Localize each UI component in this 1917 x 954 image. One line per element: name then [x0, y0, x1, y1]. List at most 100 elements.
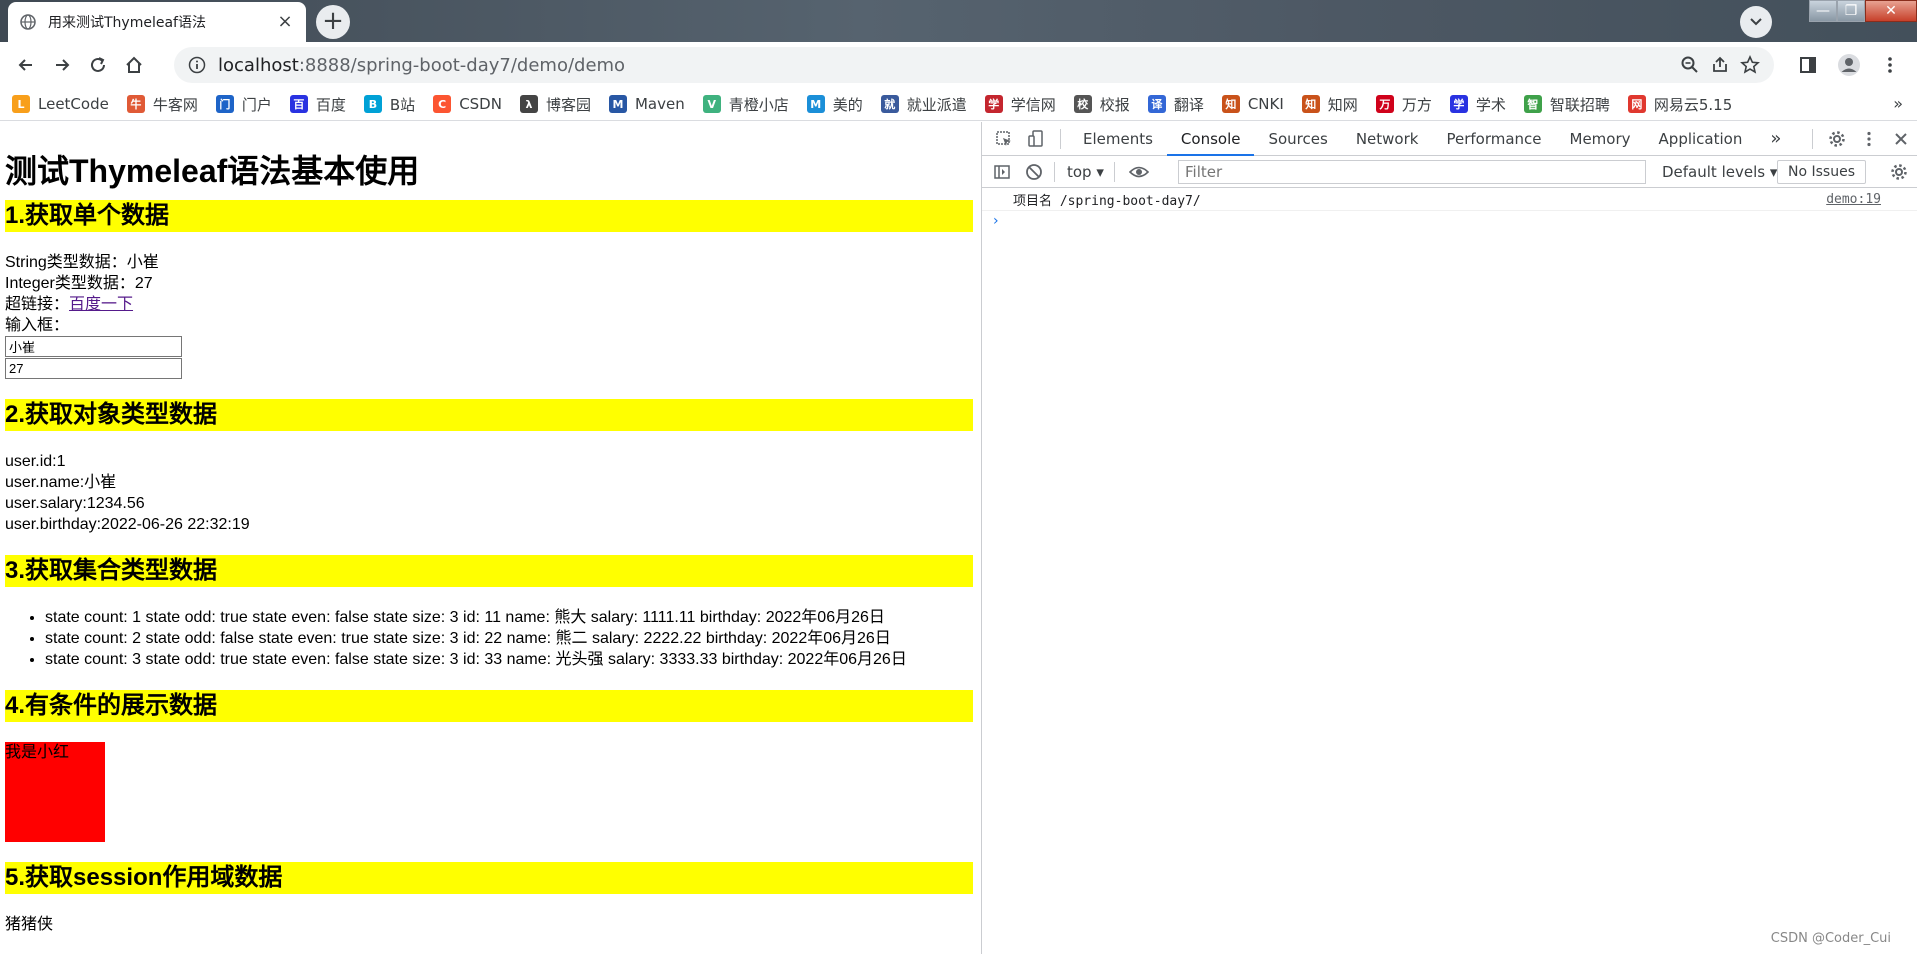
tab-console[interactable]: Console — [1166, 122, 1255, 156]
clear-console-button[interactable] — [1018, 155, 1050, 189]
bookmark-item[interactable]: M Maven — [608, 95, 685, 113]
midea-icon: M — [806, 95, 825, 113]
live-expression-button[interactable] — [1123, 155, 1155, 189]
session-value-text: 猪猪侠 — [5, 916, 54, 933]
bookmark-item[interactable]: 校校报 — [1073, 94, 1130, 115]
section-title-object-data: 2.获取对象类型数据 — [5, 399, 973, 431]
log-levels-dropdown[interactable]: Default levels ▾ — [1654, 160, 1785, 184]
forward-button[interactable] — [44, 47, 80, 83]
bookmark-label: Maven — [634, 95, 685, 113]
info-icon[interactable] — [188, 56, 206, 74]
baidu-link[interactable]: 百度一下 — [69, 296, 133, 313]
devtools-actions — [1812, 122, 1917, 156]
bookmark-item[interactable]: λ 博客园 — [519, 94, 591, 115]
bookmarks-bar: L LeetCode 牛牛客网门门户百百度 B B站 C CSDN λ 博客园 M Maven V 青橙… — [0, 88, 1917, 121]
home-button[interactable] — [116, 47, 152, 83]
tab-performance[interactable]: Performance — [1432, 122, 1555, 156]
devtools-menu-button[interactable] — [1853, 122, 1885, 156]
console-prompt[interactable]: › — [982, 211, 1917, 231]
devtools-settings-button[interactable] — [1821, 122, 1853, 156]
more-tabs-button[interactable]: » — [1756, 122, 1795, 156]
context-selector[interactable]: top ▾ — [1067, 163, 1104, 181]
console-settings-button[interactable] — [1883, 156, 1915, 188]
tab-network[interactable]: Network — [1342, 122, 1433, 156]
zoom-icon[interactable] — [1680, 55, 1700, 75]
bookmark-item[interactable]: 万万方 — [1375, 94, 1432, 115]
side-panel-icon — [1800, 57, 1816, 73]
window-controls: — ❐ ✕ — [1809, 0, 1917, 30]
bookmark-item[interactable]: 网网易云5.15 — [1627, 94, 1732, 115]
share-icon[interactable] — [1710, 55, 1730, 75]
red-box: 我是小红 — [5, 742, 105, 842]
maven-icon: M — [608, 95, 627, 113]
tab-application[interactable]: Application — [1645, 122, 1757, 156]
bookmark-item[interactable]: 知 CNKI — [1221, 95, 1284, 113]
bookmark-label: 青橙小店 — [728, 95, 789, 114]
gear-icon — [1891, 164, 1907, 180]
console-sidebar-toggle[interactable] — [986, 155, 1018, 189]
device-toggle-button[interactable] — [1020, 122, 1052, 156]
address-bar[interactable]: localhost:8888/spring-boot-day7/demo/dem… — [174, 47, 1774, 83]
bookmark-item[interactable]: 百百度 — [289, 94, 346, 115]
arrow-left-icon — [18, 59, 32, 71]
more-vert-icon — [1888, 57, 1892, 73]
bookmark-label: CSDN — [459, 95, 502, 113]
profile-button[interactable] — [1831, 47, 1867, 83]
bookmark-label: 牛客网 — [152, 95, 198, 114]
bookmark-item[interactable]: L LeetCode — [12, 95, 109, 113]
bookmark-item[interactable]: C CSDN — [433, 95, 502, 113]
age-input[interactable] — [5, 358, 182, 379]
close-window-button[interactable]: ✕ — [1865, 0, 1917, 22]
bookmark-item[interactable]: B B站 — [363, 94, 416, 115]
bookmark-item[interactable]: 学学术 — [1449, 94, 1506, 115]
bookmark-label: 博客园 — [545, 95, 591, 114]
section-title-single-data: 1.获取单个数据 — [5, 200, 973, 232]
bookmark-label: LeetCode — [38, 95, 109, 113]
bookmark-label: 万方 — [1401, 95, 1432, 114]
tab-elements[interactable]: Elements — [1069, 122, 1167, 156]
bookmark-star-icon[interactable] — [1740, 55, 1760, 75]
bookmark-item[interactable]: 知知网 — [1301, 94, 1358, 115]
console-log-row: 项目名 /spring-boot-day7/ demo:19 — [982, 188, 1917, 211]
tab-search-button[interactable] — [1740, 6, 1772, 38]
globe-icon — [20, 14, 36, 30]
issues-button[interactable]: No Issues — [1777, 160, 1866, 184]
tab-memory[interactable]: Memory — [1556, 122, 1645, 156]
bookmark-label: B站 — [389, 95, 416, 114]
browser-tab-active[interactable]: 用来测试Thymeleaf语法 × — [8, 2, 306, 42]
minimize-button[interactable]: — — [1809, 0, 1837, 22]
name-input[interactable] — [5, 336, 182, 357]
console-filter-input[interactable] — [1178, 160, 1646, 184]
bookmark-item[interactable]: M 美的 — [806, 94, 863, 115]
bookmark-item[interactable]: V 青橙小店 — [702, 94, 789, 115]
browser-menu-button[interactable] — [1872, 47, 1908, 83]
console-source-link[interactable]: demo:19 — [1826, 192, 1881, 207]
reload-button[interactable] — [80, 47, 116, 83]
url-text[interactable]: localhost:8888/spring-boot-day7/demo/dem… — [218, 55, 625, 76]
inspect-element-button[interactable] — [988, 122, 1020, 156]
bookmark-item[interactable]: 学学信网 — [984, 94, 1056, 115]
bookmark-item[interactable]: 译翻译 — [1147, 94, 1204, 115]
bookmark-item[interactable]: 门门户 — [215, 94, 272, 115]
bookmark-item[interactable]: 智智联招聘 — [1523, 94, 1610, 115]
arrow-right-icon — [56, 59, 70, 71]
bookmark-label: 智联招聘 — [1549, 95, 1610, 114]
bookmark-item[interactable]: 牛牛客网 — [126, 94, 198, 115]
bookmark-item[interactable]: 就就业派遣 — [880, 94, 967, 115]
close-tab-icon[interactable]: × — [276, 13, 294, 31]
globe-icon: 校 — [1073, 95, 1092, 113]
side-panel-button[interactable] — [1790, 47, 1826, 83]
new-tab-button[interactable]: + — [316, 5, 350, 39]
avatar-icon — [1838, 54, 1860, 76]
maximize-button[interactable]: ❐ — [1837, 0, 1865, 22]
section-title-collection-data: 3.获取集合类型数据 — [5, 555, 973, 587]
divider — [1054, 161, 1055, 182]
browser-toolbar: localhost:8888/spring-boot-day7/demo/dem… — [0, 42, 1917, 88]
close-devtools-button[interactable] — [1885, 122, 1917, 156]
tab-sources[interactable]: Sources — [1254, 122, 1341, 156]
vue-icon: V — [702, 95, 721, 113]
bookmark-label: 校报 — [1099, 95, 1130, 114]
back-button[interactable] — [8, 47, 44, 83]
prompt-chevron-icon: › — [993, 213, 999, 229]
bookmarks-overflow-button[interactable]: » — [1893, 94, 1903, 113]
